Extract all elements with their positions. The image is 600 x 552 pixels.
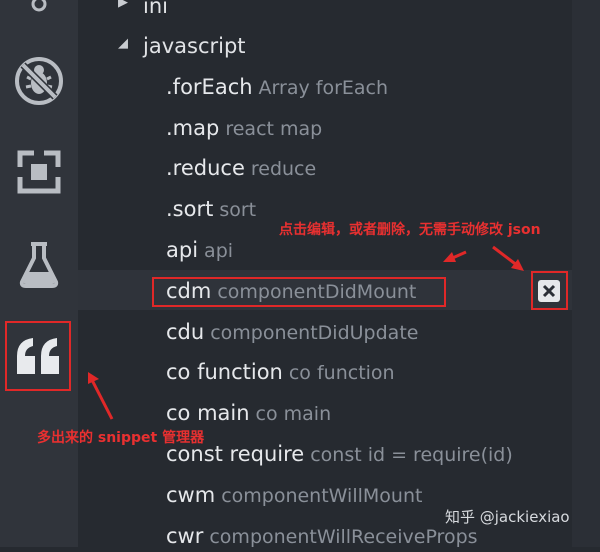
annotation-arrows <box>88 245 524 420</box>
watermark: 知乎 @jackiexiao <box>445 508 570 526</box>
